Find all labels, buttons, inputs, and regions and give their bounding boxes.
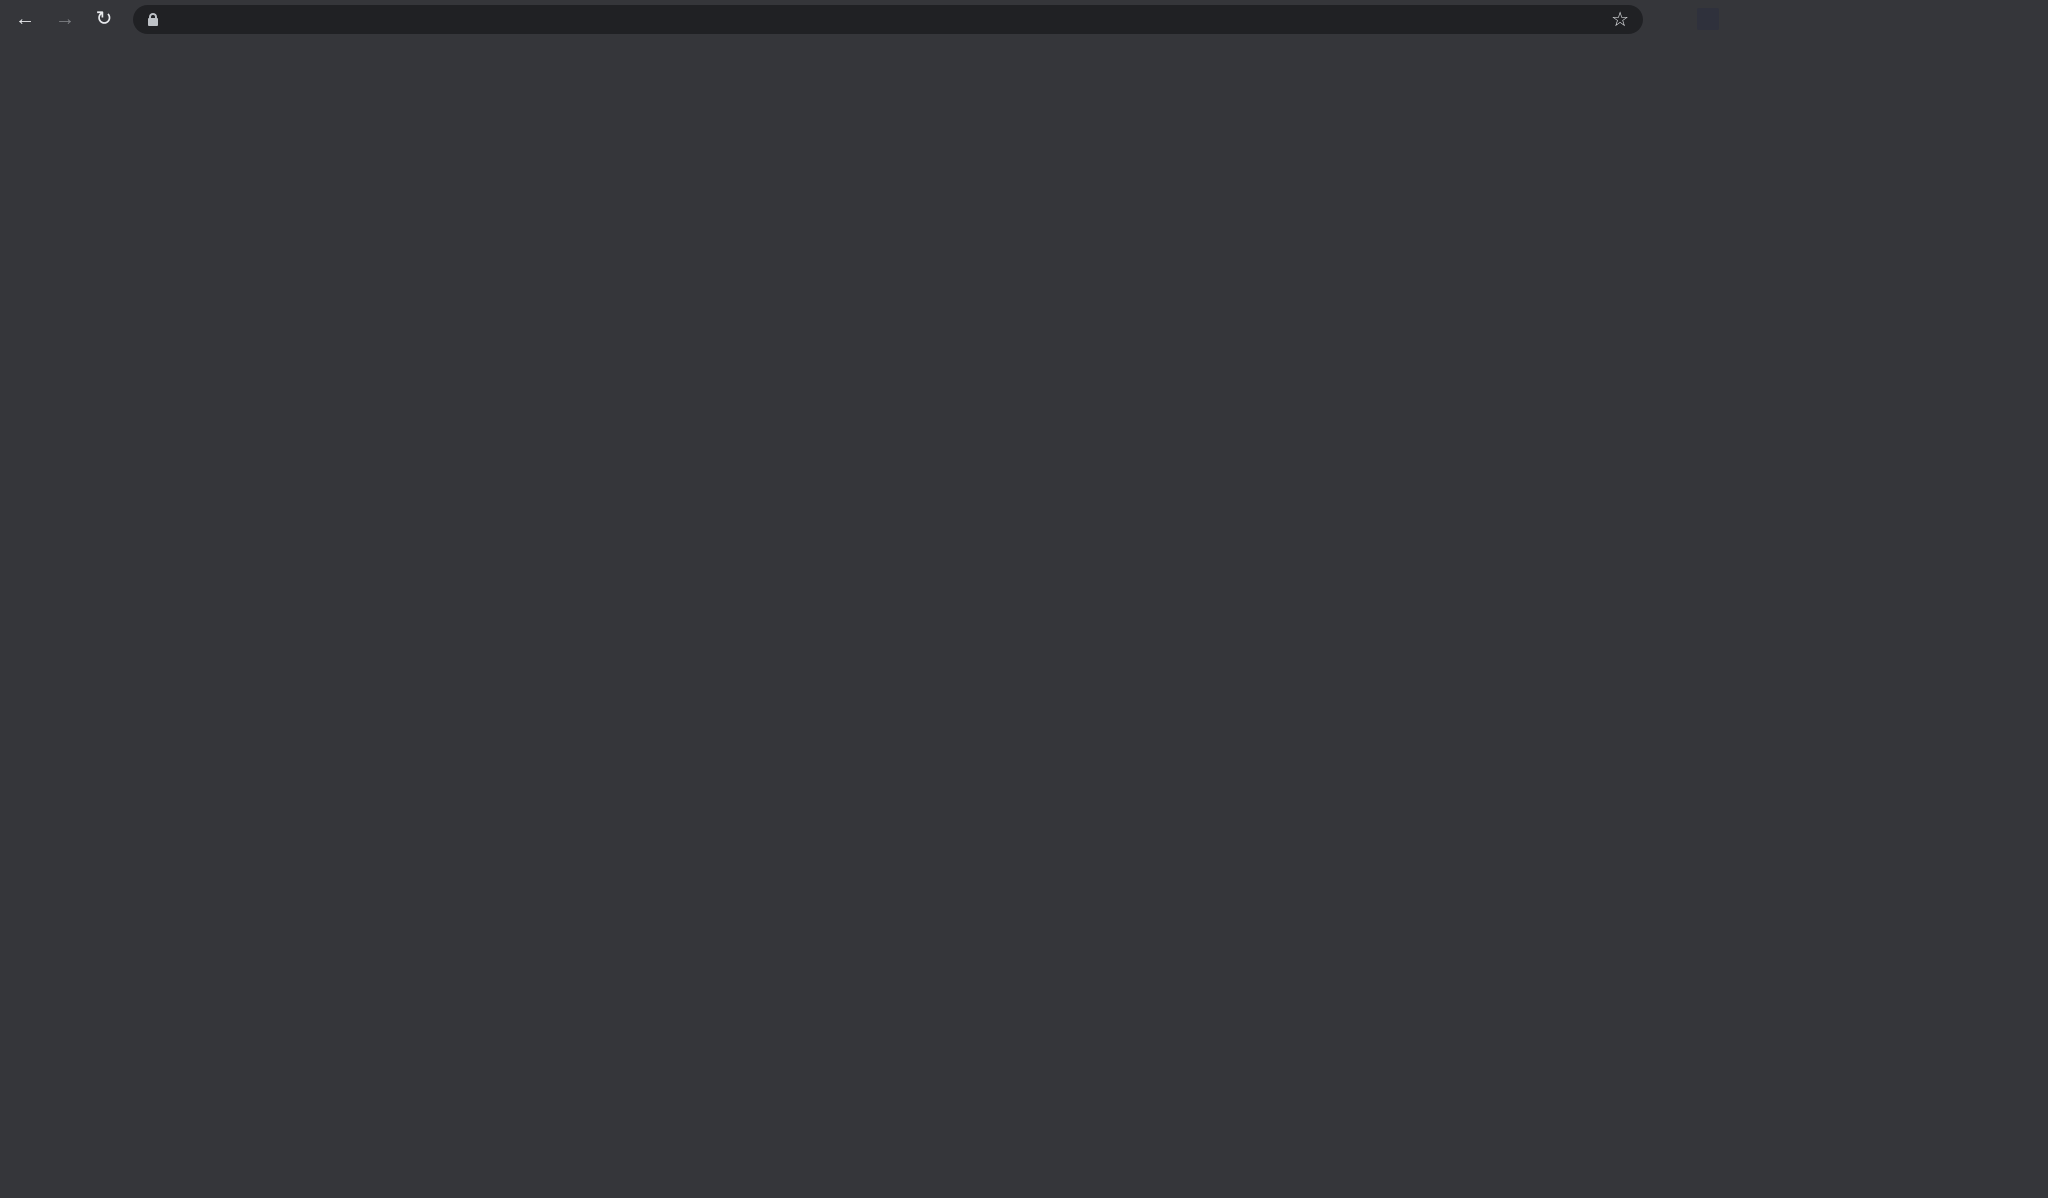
forward-button[interactable]: → [54, 8, 76, 30]
back-button[interactable]: ← [14, 8, 36, 30]
reload-button[interactable]: ↻ [93, 8, 115, 30]
address-bar[interactable]: ☆ [133, 5, 1643, 34]
bookmark-star-icon[interactable]: ☆ [1611, 7, 1629, 32]
lock-icon [148, 13, 158, 26]
browser-toolbar: ← → ↻ ☆ [0, 0, 2048, 38]
